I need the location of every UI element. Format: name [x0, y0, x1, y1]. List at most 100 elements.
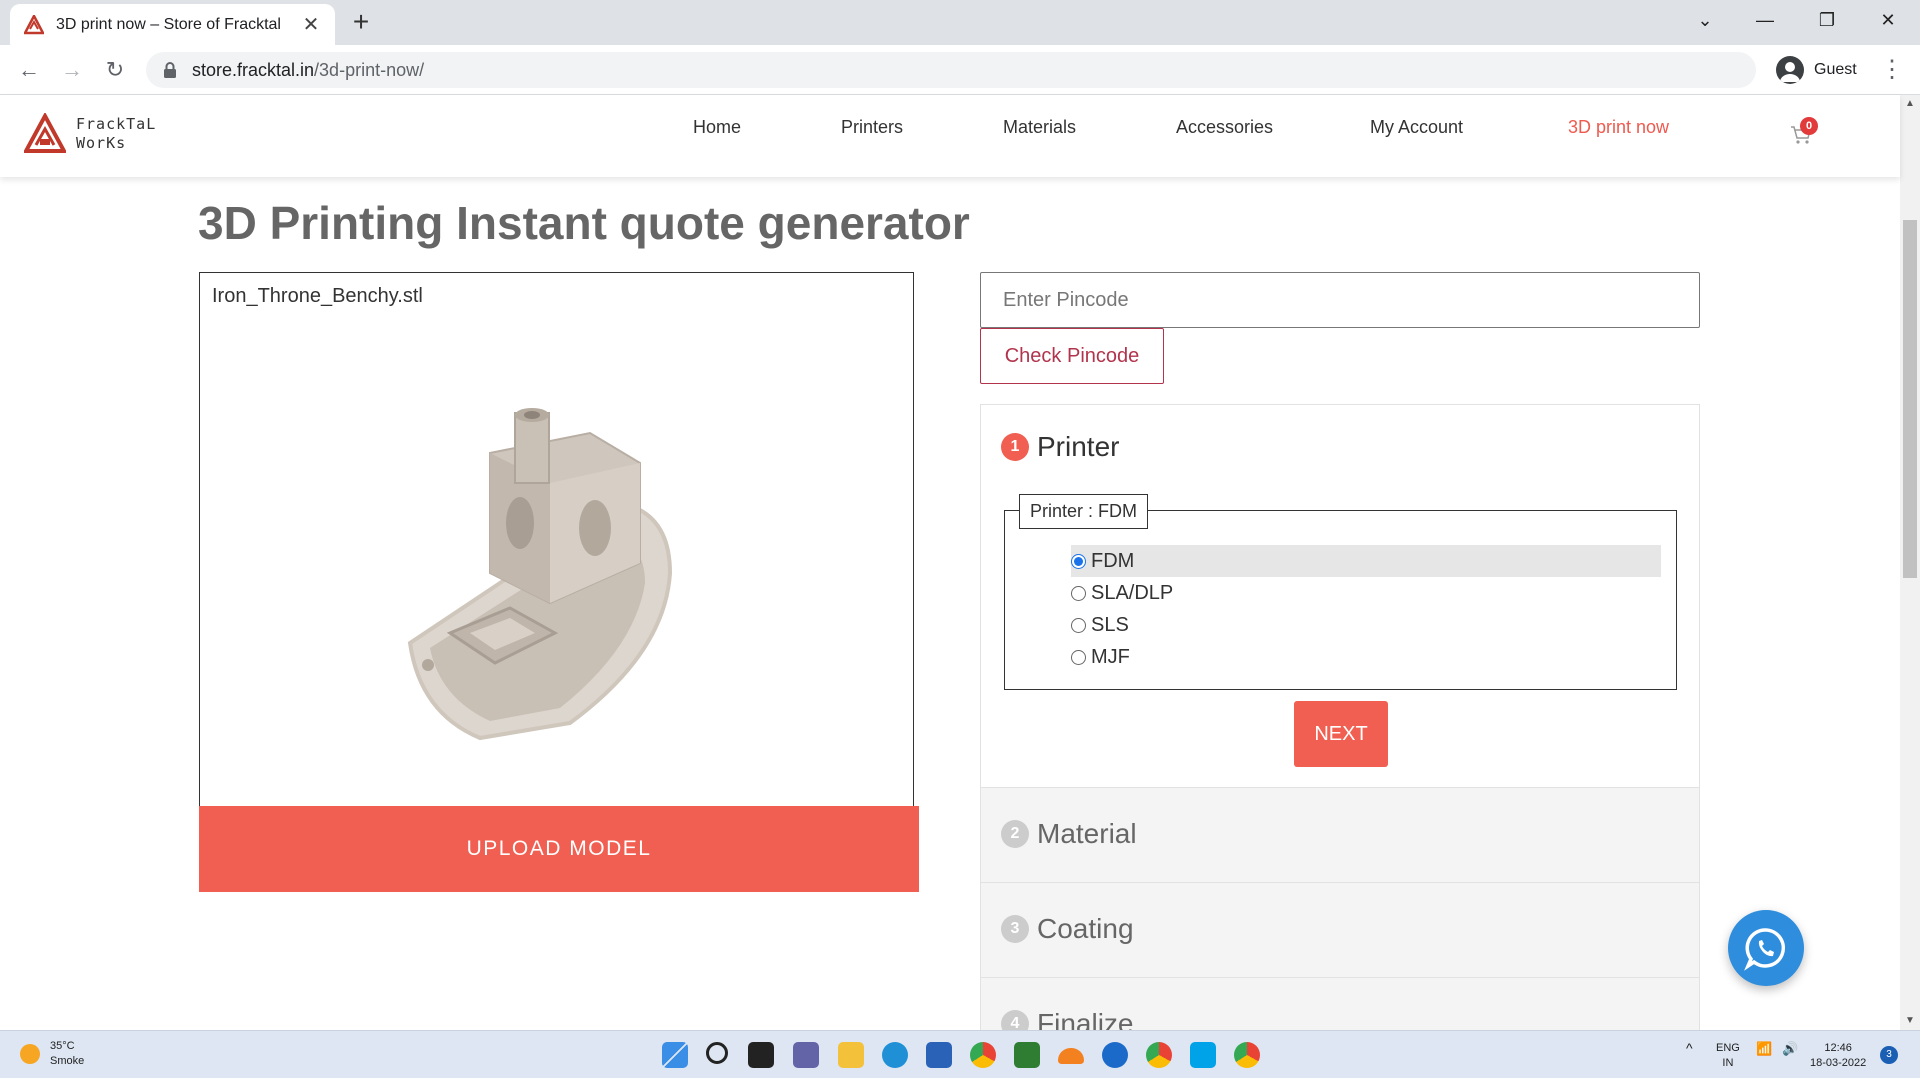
step-number-badge: 2: [1001, 820, 1029, 848]
step-title: Coating: [1037, 913, 1134, 944]
step-printer-header[interactable]: 1 Printer: [1001, 431, 1119, 463]
printer-type-group: Printer : FDM FDM SLA/DLP SLS MJF: [1004, 494, 1677, 690]
browser-menu-icon[interactable]: ⋮: [1880, 53, 1904, 87]
site-logo[interactable]: FrackTaL WorKs: [24, 113, 156, 155]
option-fdm[interactable]: FDM: [1071, 545, 1661, 577]
chrome-icon[interactable]: [970, 1042, 996, 1068]
upload-model-button[interactable]: UPLOAD MODEL: [199, 806, 919, 892]
site-header: FrackTaL WorKs Home Printers Materials A…: [0, 95, 1900, 177]
browser-tab[interactable]: 3D print now – Store of Fracktal ✕: [10, 4, 335, 45]
page-title: 3D Printing Instant quote generator: [198, 197, 970, 249]
task-view-icon[interactable]: [748, 1042, 774, 1068]
option-sla-dlp[interactable]: SLA/DLP: [1071, 577, 1661, 609]
minimize-button[interactable]: —: [1735, 0, 1795, 40]
model-filename: Iron_Throne_Benchy.stl: [212, 285, 423, 307]
close-tab-icon[interactable]: ✕: [301, 12, 321, 37]
notification-badge[interactable]: 3: [1880, 1046, 1898, 1064]
step-coating-header: 3 Coating: [1001, 913, 1134, 945]
step-coating-row[interactable]: 3 Coating: [981, 882, 1699, 977]
nav-home[interactable]: Home: [693, 117, 741, 138]
teams-chat-icon[interactable]: [793, 1042, 819, 1068]
radio-icon[interactable]: [1071, 649, 1086, 665]
restore-button[interactable]: ❐: [1797, 0, 1857, 40]
profile-button[interactable]: Guest: [1770, 51, 1866, 89]
url-host: store.fracktal.in: [192, 59, 315, 80]
nav-3d-print-now[interactable]: 3D print now: [1568, 117, 1669, 138]
step-title: Material: [1037, 818, 1137, 849]
step-printer-panel: 1 Printer Printer : FDM FDM SLA/DLP SLS …: [981, 405, 1699, 787]
quote-steps-accordion: 1 Printer Printer : FDM FDM SLA/DLP SLS …: [980, 404, 1700, 1078]
tray-chevron-icon[interactable]: ^: [1686, 1041, 1693, 1056]
language-code: ENG: [1716, 1042, 1740, 1054]
address-bar[interactable]: store.fracktal.in/3d-print-now/: [146, 52, 1756, 88]
lock-icon: [164, 62, 176, 78]
option-sls[interactable]: SLS: [1071, 609, 1661, 641]
whatsapp-chat-button[interactable]: [1728, 910, 1804, 986]
step-number-badge: 1: [1001, 433, 1029, 461]
calculator-icon[interactable]: [1014, 1042, 1040, 1068]
os-taskbar: 35°C Smoke ^ ENG IN 📶 🔊 12:46 18-03-2022…: [0, 1030, 1920, 1078]
edge-icon[interactable]: [882, 1042, 908, 1068]
step-number-badge: 3: [1001, 915, 1029, 943]
fracktal-favicon-icon: [24, 14, 44, 34]
radio-selected-icon[interactable]: [1071, 553, 1086, 569]
model-viewer[interactable]: Iron_Throne_Benchy.stl: [199, 272, 914, 807]
whatsapp-icon: [1744, 928, 1786, 971]
next-button[interactable]: NEXT: [1294, 701, 1388, 767]
pincode-input[interactable]: [980, 272, 1700, 328]
option-label: SLA/DLP: [1091, 581, 1174, 604]
cart-count-badge: 0: [1800, 117, 1818, 135]
volume-icon[interactable]: 🔊: [1782, 1041, 1798, 1056]
url-path: /3d-print-now/: [314, 59, 425, 80]
scroll-down-icon[interactable]: ▼: [1900, 1012, 1920, 1030]
step-material-header: 2 Material: [1001, 818, 1137, 850]
region-code: IN: [1722, 1057, 1734, 1069]
tab-search-icon[interactable]: ⌄: [1675, 0, 1735, 40]
wifi-icon[interactable]: 📶: [1756, 1041, 1772, 1056]
page-scrollbar[interactable]: ▲ ▼: [1900, 95, 1920, 1030]
scroll-up-icon[interactable]: ▲: [1900, 95, 1920, 113]
option-label: SLS: [1091, 613, 1129, 636]
search-icon[interactable]: [706, 1042, 728, 1064]
logo-text-line2: WorKs: [76, 134, 127, 152]
file-explorer-icon[interactable]: [838, 1042, 864, 1068]
forward-icon[interactable]: →: [55, 53, 89, 87]
cloudflare-icon[interactable]: [1058, 1048, 1084, 1064]
tab-title: 3D print now – Store of Fracktal: [56, 15, 281, 33]
windows-start-icon[interactable]: [662, 1042, 688, 1068]
settings-app-icon[interactable]: [1102, 1042, 1128, 1068]
option-label: FDM: [1091, 549, 1135, 572]
step-title: Printer: [1037, 431, 1120, 462]
radio-icon[interactable]: [1071, 617, 1086, 633]
browser-tab-bar: 3D print now – Store of Fracktal ✕ + ⌄ —…: [0, 0, 1920, 45]
scrollbar-thumb[interactable]: [1903, 220, 1917, 578]
nav-my-account[interactable]: My Account: [1370, 117, 1463, 138]
weather-condition: Smoke: [50, 1055, 85, 1067]
reload-icon[interactable]: ↻: [98, 53, 132, 87]
check-pincode-button[interactable]: Check Pincode: [980, 328, 1164, 384]
nav-materials[interactable]: Materials: [1003, 117, 1076, 138]
back-icon[interactable]: ←: [12, 53, 46, 87]
radio-icon[interactable]: [1071, 585, 1086, 601]
nav-printers[interactable]: Printers: [841, 117, 903, 138]
step-material-row[interactable]: 2 Material: [981, 787, 1699, 882]
clock[interactable]: 12:46 18-03-2022: [1810, 1041, 1866, 1071]
weather-sun-icon: [20, 1044, 40, 1064]
nav-accessories[interactable]: Accessories: [1176, 117, 1273, 138]
clock-time: 12:46: [1824, 1042, 1852, 1054]
chrome-profile-icon[interactable]: [1146, 1042, 1172, 1068]
close-window-button[interactable]: ✕: [1858, 0, 1918, 40]
language-indicator[interactable]: ENG IN: [1716, 1041, 1740, 1071]
avatar-icon: [1776, 56, 1804, 84]
profile-label: Guest: [1814, 61, 1857, 78]
option-label: MJF: [1091, 645, 1130, 668]
canva-icon[interactable]: [1190, 1042, 1216, 1068]
weather-widget[interactable]: 35°C Smoke: [20, 1039, 84, 1069]
store-icon[interactable]: [926, 1042, 952, 1068]
fracktal-logo-icon: [24, 113, 66, 153]
new-tab-button[interactable]: +: [346, 5, 376, 39]
option-mjf[interactable]: MJF: [1071, 641, 1661, 673]
chrome-active-icon[interactable]: [1234, 1042, 1260, 1068]
clock-date: 18-03-2022: [1810, 1057, 1867, 1069]
benchy-model-preview[interactable]: [370, 393, 720, 753]
